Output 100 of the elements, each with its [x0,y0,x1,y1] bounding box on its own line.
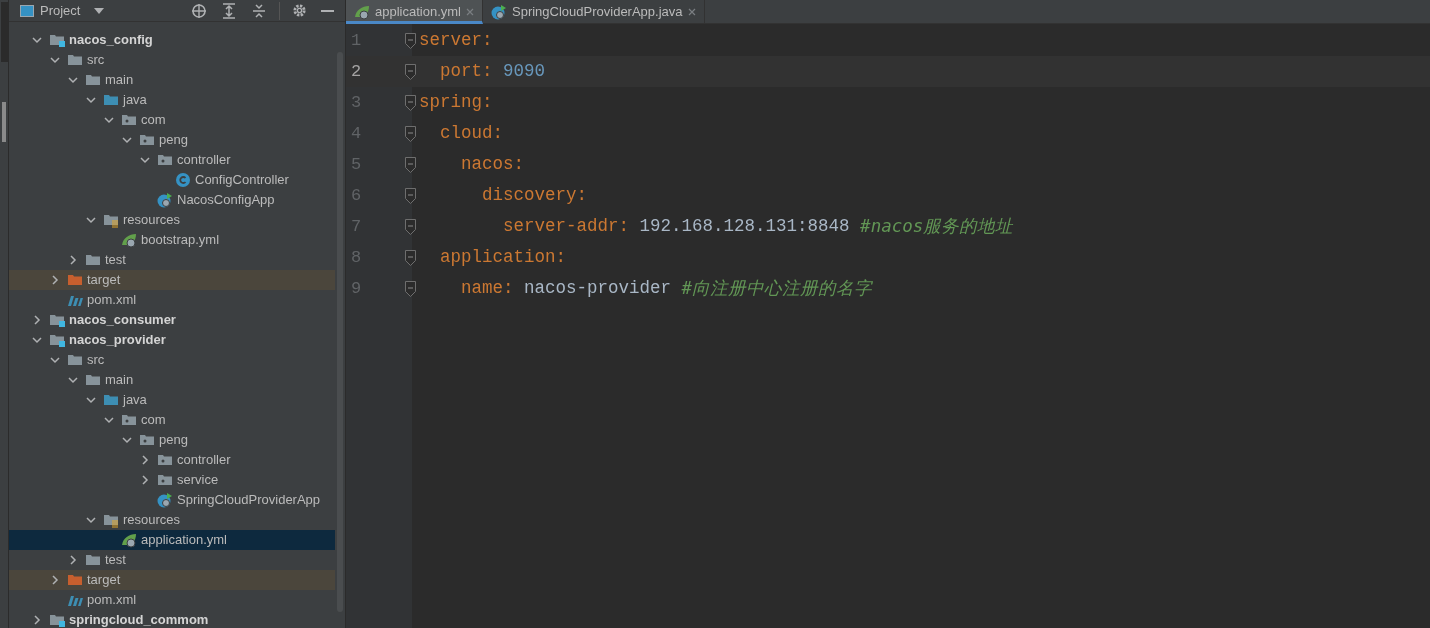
close-icon[interactable] [687,8,696,16]
tree-row[interactable]: ConfigController [9,170,335,190]
tree-row[interactable]: pom.xml [9,590,335,610]
source-folder-icon [103,92,119,108]
chevron-right-icon[interactable] [140,455,150,465]
excluded-tree-row[interactable]: target [9,270,335,290]
editor-tab[interactable]: application.yml [346,0,483,24]
tree-row[interactable]: com [9,410,335,430]
chevron-down-icon[interactable] [140,155,150,165]
locate-icon[interactable] [191,2,207,19]
tree-label: resources [123,211,181,230]
code-token: nacos-provider [524,277,673,301]
chevron-right-icon[interactable] [32,615,42,625]
chevron-down-icon[interactable] [86,395,96,405]
code-token: application [439,246,556,270]
fold-marker-icon[interactable] [405,280,416,297]
tree-row[interactable]: src [9,50,335,70]
tree-row[interactable]: main [9,370,335,390]
package-icon [157,152,173,168]
tree-row[interactable]: test [9,250,335,270]
fold-marker-icon[interactable] [405,218,416,235]
tree-row[interactable]: bootstrap.yml [9,230,335,250]
tree-row[interactable]: controller [9,450,335,470]
chevron-down-icon[interactable] [86,515,96,525]
tree-row[interactable]: service [9,470,335,490]
chevron-right-icon[interactable] [68,555,78,565]
tree-row[interactable]: java [9,90,335,110]
fold-marker-icon[interactable] [405,32,416,49]
tree-label: springcloud_commom [69,611,209,628]
code-comment: #向注册中心注册的名字 [681,277,873,301]
package-icon [121,112,137,128]
chevron-right-icon[interactable] [32,315,42,325]
tree-label: com [141,111,166,130]
chevron-down-icon[interactable] [32,35,42,45]
tree-row[interactable]: nacos_config [9,30,335,50]
code-token: server [419,29,482,53]
chevron-right-icon[interactable] [50,575,60,585]
code-token: : [555,246,567,270]
tree-row[interactable]: com [9,110,335,130]
tree-row[interactable]: src [9,350,335,370]
code-token: server-addr [502,215,619,239]
chevron-down-icon[interactable] [50,355,60,365]
chevron-down-icon[interactable] [104,415,114,425]
leaf-gear-icon [354,4,370,20]
expand-all-icon[interactable] [221,2,237,19]
tree-label: src [87,51,105,70]
tree-label: nacos_config [69,31,153,50]
tree-row[interactable]: pom.xml [9,290,335,310]
tree-row[interactable]: test [9,550,335,570]
fold-marker-icon[interactable] [405,187,416,204]
settings-icon[interactable] [292,3,307,18]
tree-label: target [87,571,121,590]
folder-icon [85,552,101,568]
tree-label: test [105,251,126,270]
chevron-down-icon[interactable] [86,215,96,225]
fold-marker-icon[interactable] [405,63,416,80]
code-token: port [439,60,482,84]
tree-row[interactable]: nacos_provider [9,330,335,350]
chevron-down-icon[interactable] [122,135,132,145]
tree-row[interactable]: controller [9,150,335,170]
fold-marker-icon[interactable] [405,94,416,111]
chevron-right-icon[interactable] [50,275,60,285]
chevron-right-icon[interactable] [140,475,150,485]
tree-row[interactable]: java [9,390,335,410]
tree-label: target [87,271,121,290]
collapse-all-icon[interactable] [251,2,267,19]
code-token: : [503,277,515,301]
chevron-down-icon[interactable] [50,55,60,65]
module-folder-icon [49,312,65,328]
chevron-down-icon[interactable] [86,95,96,105]
tree-row[interactable]: resources [9,510,335,530]
tree-row[interactable]: resources [9,210,335,230]
tree-label: bootstrap.yml [141,231,220,250]
code-token: cloud [439,122,493,146]
caret-icon[interactable] [94,7,105,14]
tree-row[interactable]: springcloud_commom [9,610,335,628]
chevron-down-icon[interactable] [104,115,114,125]
tree-label: ConfigController [195,171,289,190]
chevron-down-icon[interactable] [68,375,78,385]
tree-label: main [105,371,134,390]
fold-marker-icon[interactable] [405,156,416,173]
tree-row[interactable]: SpringCloudProviderApp [9,490,335,510]
package-icon [139,132,155,148]
fold-marker-icon[interactable] [405,249,416,266]
tree-row[interactable]: nacos_consumer [9,310,335,330]
tree-row[interactable]: peng [9,430,335,450]
selected-tree-row[interactable]: application.yml [9,530,335,550]
tree-row[interactable]: peng [9,130,335,150]
code-comment: #nacos服务的地址 [860,215,1014,239]
chevron-down-icon[interactable] [32,335,42,345]
fold-marker-icon[interactable] [405,125,416,142]
source-folder-icon [103,392,119,408]
project-window-icon [20,4,34,17]
chevron-right-icon[interactable] [68,255,78,265]
chevron-down-icon[interactable] [68,75,78,85]
chevron-down-icon[interactable] [122,435,132,445]
tree-label: src [87,351,105,370]
excluded-tree-row[interactable]: target [9,570,335,590]
tree-row[interactable]: main [9,70,335,90]
tree-row[interactable]: NacosConfigApp [9,190,335,210]
